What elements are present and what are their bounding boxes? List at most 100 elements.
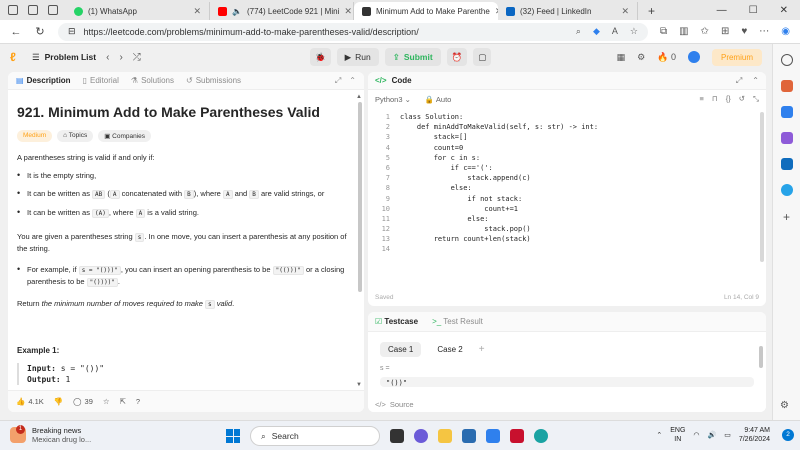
back-icon[interactable]: ← bbox=[10, 26, 22, 38]
store-icon[interactable] bbox=[462, 429, 476, 443]
help-button[interactable]: ? bbox=[136, 397, 140, 406]
premium-button[interactable]: Premium bbox=[711, 48, 762, 66]
tab-test-result[interactable]: >_ Test Result bbox=[432, 317, 483, 326]
browser-tab-leetcode[interactable]: Minimum Add to Make Parenthe ✕ bbox=[354, 2, 498, 20]
tab-testcase[interactable]: ☑ Testcase bbox=[375, 317, 418, 326]
bookmark-icon[interactable]: ⊓ bbox=[712, 94, 718, 104]
sidebar-settings-icon[interactable]: ⚙ bbox=[780, 400, 789, 411]
collections-icon[interactable]: ⊞ bbox=[721, 26, 729, 37]
source-button[interactable]: Source bbox=[390, 400, 414, 409]
news-widget[interactable]: 1 Breaking news Mexican drug lo... bbox=[10, 425, 91, 444]
close-window-icon[interactable]: ✕ bbox=[780, 5, 788, 16]
tab-actions-icon[interactable] bbox=[48, 5, 58, 15]
auto-toggle[interactable]: 🔒 Auto bbox=[425, 95, 451, 104]
antivirus-icon[interactable] bbox=[510, 429, 524, 443]
dislike-button[interactable]: 👎 bbox=[54, 397, 63, 406]
tab-solutions[interactable]: ⚗ Solutions bbox=[131, 76, 174, 85]
notification-badge[interactable]: 2 bbox=[782, 429, 794, 441]
close-tab-icon[interactable]: ✕ bbox=[621, 6, 629, 17]
maximize-icon[interactable]: ☐ bbox=[749, 5, 758, 16]
edge-icon[interactable] bbox=[534, 429, 548, 443]
like-button[interactable]: 👍 4.1K bbox=[16, 397, 44, 406]
submit-button[interactable]: ⇪ Submit bbox=[384, 48, 441, 66]
avatar[interactable] bbox=[687, 51, 700, 63]
code-scrollbar[interactable] bbox=[760, 112, 764, 262]
browser-tab-linkedin[interactable]: (32) Feed | LinkedIn ✕ bbox=[498, 2, 638, 20]
debug-button[interactable]: 🐞 bbox=[310, 48, 331, 66]
case-tab-1[interactable]: Case 1 bbox=[380, 342, 422, 357]
companies-tag[interactable]: ▣ Companies bbox=[98, 130, 152, 142]
read-aloud-icon[interactable]: A bbox=[612, 26, 618, 37]
collapse-icon[interactable]: ⌃ bbox=[349, 76, 356, 86]
favorite-button[interactable]: ☆ bbox=[103, 397, 110, 406]
share-button[interactable]: ⇱ bbox=[120, 397, 126, 406]
prev-problem-icon[interactable]: ‹ bbox=[106, 52, 109, 63]
extensions-icon[interactable]: ⧉ bbox=[660, 26, 667, 37]
tab-submissions[interactable]: ↺ Submissions bbox=[186, 76, 241, 85]
language-indicator[interactable]: ENG IN bbox=[670, 426, 685, 444]
language-select[interactable]: Python3 ⌄ bbox=[375, 95, 411, 104]
address-bar[interactable]: ⊟ https://leetcode.com/problems/minimum-… bbox=[58, 22, 648, 41]
problem-list-button[interactable]: ☰ Problem List bbox=[32, 52, 96, 63]
taskbar-search[interactable]: ⌕ Search bbox=[250, 426, 380, 446]
file-explorer-icon[interactable] bbox=[438, 429, 452, 443]
tab-description[interactable]: ▤ Description bbox=[16, 76, 71, 85]
clock[interactable]: 9:47 AM 7/26/2024 bbox=[739, 426, 770, 444]
more-icon[interactable]: ⋯ bbox=[759, 26, 769, 37]
reload-icon[interactable]: ↻ bbox=[34, 25, 46, 38]
zoom-icon[interactable]: ⌕ bbox=[576, 26, 581, 37]
new-tab-button[interactable]: + bbox=[638, 2, 665, 20]
shuffle-icon[interactable]: ⤮ bbox=[133, 52, 141, 63]
chevron-up-icon[interactable]: ⌃ bbox=[656, 431, 662, 439]
braces-icon[interactable]: {} bbox=[726, 94, 731, 104]
drop-icon[interactable] bbox=[780, 184, 793, 196]
timer-button[interactable]: ⏰ bbox=[446, 48, 468, 66]
next-problem-icon[interactable]: › bbox=[119, 52, 122, 63]
scroll-down-icon[interactable]: ▼ bbox=[356, 382, 362, 388]
tools-icon[interactable] bbox=[780, 106, 793, 118]
copilot-logo-icon[interactable]: ◉ bbox=[781, 26, 790, 37]
profile-icon[interactable] bbox=[8, 5, 18, 15]
outlook-icon[interactable] bbox=[780, 158, 793, 170]
mute-icon[interactable]: 🔈 bbox=[232, 7, 242, 16]
testcase-scrollbar[interactable] bbox=[759, 346, 763, 368]
description-scrollbar[interactable] bbox=[358, 102, 362, 292]
task-view-icon[interactable] bbox=[390, 429, 404, 443]
close-tab-icon[interactable]: ✕ bbox=[193, 6, 201, 17]
code-editor[interactable]: 1 class Solution: 2 def minAddToMakeValid(… bbox=[368, 112, 758, 255]
notes-button[interactable]: ▢ bbox=[473, 48, 492, 66]
close-tab-icon[interactable]: ✕ bbox=[344, 6, 352, 17]
copilot-icon[interactable] bbox=[780, 132, 793, 144]
expand-icon[interactable]: ⤢ bbox=[736, 76, 742, 86]
expand-icon[interactable]: ⤢ bbox=[335, 76, 341, 86]
testcase-input[interactable]: "())" bbox=[380, 377, 754, 387]
tab-editorial[interactable]: ▯ Editorial bbox=[83, 76, 119, 85]
search-icon[interactable] bbox=[780, 54, 793, 66]
topics-tag[interactable]: ⌂ Topics bbox=[57, 130, 94, 142]
favorites-icon[interactable]: ✩ bbox=[701, 26, 709, 37]
format-icon[interactable]: ≡ bbox=[699, 94, 703, 104]
chat-app-icon[interactable] bbox=[414, 429, 428, 443]
browser-tab-whatsapp[interactable]: (1) WhatsApp ✕ bbox=[66, 2, 210, 20]
minimize-icon[interactable]: — bbox=[717, 5, 727, 16]
volume-icon[interactable]: 🔊 bbox=[708, 431, 717, 439]
reset-icon[interactable]: ↺ bbox=[739, 94, 745, 104]
scroll-up-icon[interactable]: ▲ bbox=[356, 94, 362, 100]
fullscreen-icon[interactable]: ⤡ bbox=[753, 94, 759, 104]
collapse-icon[interactable]: ⌃ bbox=[752, 76, 759, 86]
copilot-icon[interactable]: ♥ bbox=[741, 26, 747, 37]
add-icon[interactable]: + bbox=[783, 210, 790, 224]
vscode-icon[interactable] bbox=[486, 429, 500, 443]
comments-button[interactable]: ◯ 39 bbox=[73, 397, 93, 406]
run-button[interactable]: ▶ Run bbox=[336, 48, 379, 66]
site-info-icon[interactable]: ⊟ bbox=[68, 26, 76, 37]
layout-icon[interactable]: ▦ bbox=[617, 52, 626, 63]
battery-icon[interactable]: ▭ bbox=[724, 431, 731, 439]
extension-icon[interactable]: ◆ bbox=[593, 26, 600, 37]
shopping-icon[interactable] bbox=[780, 80, 793, 92]
streak-counter[interactable]: 🔥 0 bbox=[657, 52, 676, 63]
workspaces-icon[interactable] bbox=[28, 5, 38, 15]
favorite-icon[interactable]: ☆ bbox=[630, 26, 638, 37]
case-tab-2[interactable]: Case 2 bbox=[429, 342, 470, 357]
start-icon[interactable] bbox=[226, 429, 240, 443]
